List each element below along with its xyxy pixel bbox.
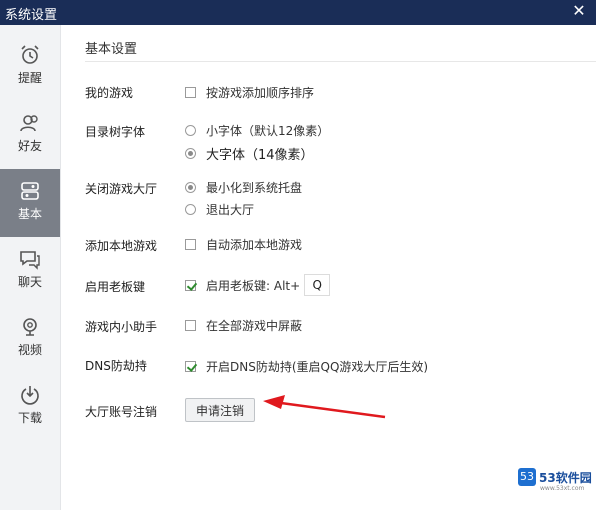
apply-cancel-button[interactable]: 申请注销 <box>185 398 255 422</box>
row-label-close-hall: 关闭游戏大厅 <box>85 182 158 196</box>
sidebar-item-label: 聊天 <box>17 275 42 289</box>
option-label: 按游戏添加顺序排序 <box>206 85 315 100</box>
option-label: 启用老板键: Alt+ <box>206 278 301 293</box>
sidebar-item-label: 提醒 <box>17 71 42 85</box>
radio-large-font[interactable]: 大字体（14像素） <box>185 145 314 163</box>
row-label-dns: DNS防劫持 <box>85 359 147 373</box>
option-dns-protect[interactable]: 开启DNS防劫持(重启QQ游戏大厅后生效) <box>185 358 428 374</box>
row-label-boss-key: 启用老板键 <box>85 280 146 294</box>
row-label-assistant: 游戏内小助手 <box>85 320 158 334</box>
download-icon <box>21 386 39 405</box>
sidebar-item-chat[interactable]: 聊天 <box>0 237 60 305</box>
option-boss-key[interactable]: 启用老板键: Alt+ Q <box>185 274 331 296</box>
checkbox[interactable] <box>185 360 196 372</box>
option-label: 大字体（14像素） <box>206 147 314 163</box>
checkbox[interactable] <box>185 86 196 98</box>
settings-panel: 基本设置 我的游戏 按游戏添加顺序排序 目录树字体 小字体（默认12像素） 大字… <box>61 25 596 510</box>
row-label-my-games: 我的游戏 <box>85 86 134 100</box>
option-label: 小字体（默认12像素） <box>206 123 330 138</box>
watermark-url: www.53xt.com <box>540 485 585 492</box>
hotkey-input[interactable]: Q <box>304 274 331 296</box>
checkbox[interactable] <box>185 319 196 331</box>
row-label-tree-font: 目录树字体 <box>85 125 146 139</box>
alarm-clock-icon <box>21 45 39 64</box>
site-logo-icon: 53 <box>518 468 536 486</box>
checkbox[interactable] <box>185 238 196 250</box>
title-bar: 系统设置 ✕ <box>0 0 596 25</box>
row-label-cancel-account: 大厅账号注销 <box>85 405 158 419</box>
sidebar-item-label: 好友 <box>17 139 42 153</box>
option-label: 在全部游戏中屏蔽 <box>206 318 303 333</box>
sidebar: 提醒 好友 基本 聊天 视频 下载 <box>0 25 61 510</box>
video-camera-icon <box>23 318 37 336</box>
watermark-text: 53软件园 <box>539 470 592 485</box>
basic-settings-icon <box>21 182 39 200</box>
option-sort-by-add-order[interactable]: 按游戏添加顺序排序 <box>185 84 314 100</box>
sidebar-item-reminder[interactable]: 提醒 <box>0 33 60 101</box>
option-label: 开启DNS防劫持(重启QQ游戏大厅后生效) <box>206 359 429 374</box>
sidebar-item-label: 基本 <box>17 207 42 221</box>
option-label: 自动添加本地游戏 <box>206 237 303 252</box>
close-icon[interactable]: ✕ <box>570 1 588 21</box>
divider <box>85 61 596 62</box>
radio-small-font[interactable]: 小字体（默认12像素） <box>185 122 329 138</box>
sidebar-item-video[interactable]: 视频 <box>0 305 60 373</box>
chat-icon <box>20 251 40 270</box>
radio-button[interactable] <box>185 147 196 159</box>
sidebar-item-download[interactable]: 下载 <box>0 373 60 441</box>
radio-button[interactable] <box>185 203 196 215</box>
section-title: 基本设置 <box>85 42 138 57</box>
checkbox[interactable] <box>185 279 196 291</box>
option-label: 最小化到系统托盘 <box>206 180 303 195</box>
option-auto-add-local[interactable]: 自动添加本地游戏 <box>185 236 302 252</box>
radio-minimize-to-tray[interactable]: 最小化到系统托盘 <box>185 179 302 195</box>
watermark: 53 53软件园 www.53xt.com <box>518 468 592 492</box>
sidebar-item-basic[interactable]: 基本 <box>0 169 60 237</box>
sidebar-item-label: 视频 <box>17 343 42 357</box>
radio-button[interactable] <box>185 181 196 193</box>
row-label-add-local: 添加本地游戏 <box>85 239 158 253</box>
sidebar-item-friends[interactable]: 好友 <box>0 101 60 169</box>
annotation-arrow-icon <box>263 395 386 419</box>
radio-exit-hall[interactable]: 退出大厅 <box>185 201 254 217</box>
radio-button[interactable] <box>185 124 196 136</box>
friends-icon <box>20 115 38 132</box>
sidebar-item-label: 下载 <box>17 411 42 425</box>
option-label: 退出大厅 <box>206 202 255 217</box>
option-block-in-all-games[interactable]: 在全部游戏中屏蔽 <box>185 317 302 333</box>
window-title: 系统设置 <box>5 8 58 23</box>
